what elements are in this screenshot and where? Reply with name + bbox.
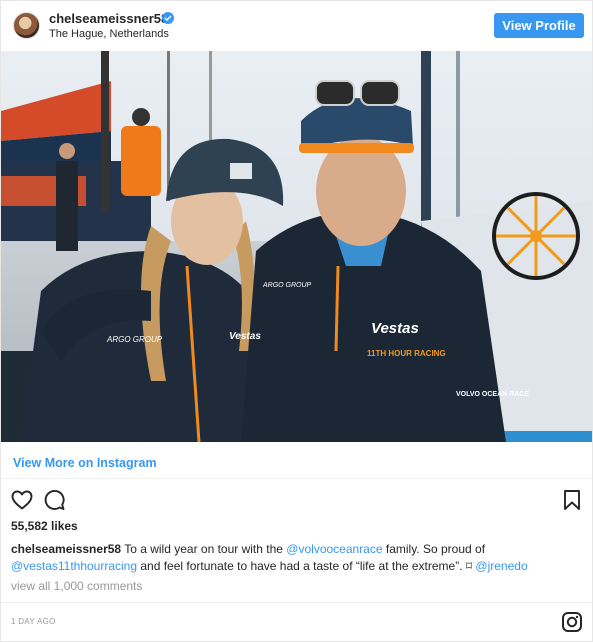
- view-more-on-instagram-link[interactable]: View More on Instagram: [13, 456, 157, 470]
- photo-brand-left-chest: Vestas: [229, 331, 261, 342]
- photo-brand-left-jacket: ARGO GROUP: [106, 335, 163, 344]
- mention-link[interactable]: @volvooceanrace: [286, 542, 382, 556]
- mention-link[interactable]: @vestas11thhourracing: [11, 559, 137, 573]
- photo-brand-right-chest: Vestas: [371, 320, 419, 337]
- view-all-comments-link[interactable]: view all 1,000 comments: [11, 579, 142, 593]
- likes-count[interactable]: 55,582 likes: [11, 519, 78, 533]
- caption-text: and feel fortunate to have had a taste o…: [137, 559, 466, 573]
- divider: [1, 602, 592, 603]
- heart-icon[interactable]: [10, 488, 34, 512]
- instagram-embed-card: chelseameissner58 The Hague, Netherlands…: [0, 0, 593, 642]
- avatar[interactable]: [13, 12, 40, 39]
- username-link[interactable]: chelseameissner58: [49, 11, 168, 26]
- location-link[interactable]: The Hague, Netherlands: [49, 28, 169, 40]
- post-header: chelseameissner58 The Hague, Netherlands…: [1, 1, 592, 51]
- mention-link[interactable]: @jrenedo: [472, 559, 527, 573]
- comment-icon[interactable]: [42, 488, 66, 512]
- post-date[interactable]: 1 DAY AGO: [11, 617, 56, 626]
- divider: [1, 478, 592, 479]
- photo-arm-patch: VOLVO OCEAN RACE: [456, 391, 529, 398]
- caption-text: family. So proud of: [382, 542, 486, 556]
- verified-badge-icon: [162, 12, 174, 24]
- post-caption: chelseameissner58 To a wild year on tour…: [11, 541, 583, 575]
- bookmark-icon[interactable]: [562, 488, 582, 512]
- photo-right-shoulder: ARGO GROUP: [262, 282, 312, 289]
- view-profile-button[interactable]: View Profile: [494, 13, 584, 38]
- caption-username-link[interactable]: chelseameissner58: [11, 542, 121, 556]
- post-photo[interactable]: ARGO GROUP Vestas Vestas 11TH HOUR RACIN…: [1, 51, 592, 442]
- photo-team-logo: 11TH HOUR RACING: [367, 349, 446, 358]
- caption-text: To a wild year on tour with the: [121, 542, 287, 556]
- instagram-icon[interactable]: [561, 611, 583, 633]
